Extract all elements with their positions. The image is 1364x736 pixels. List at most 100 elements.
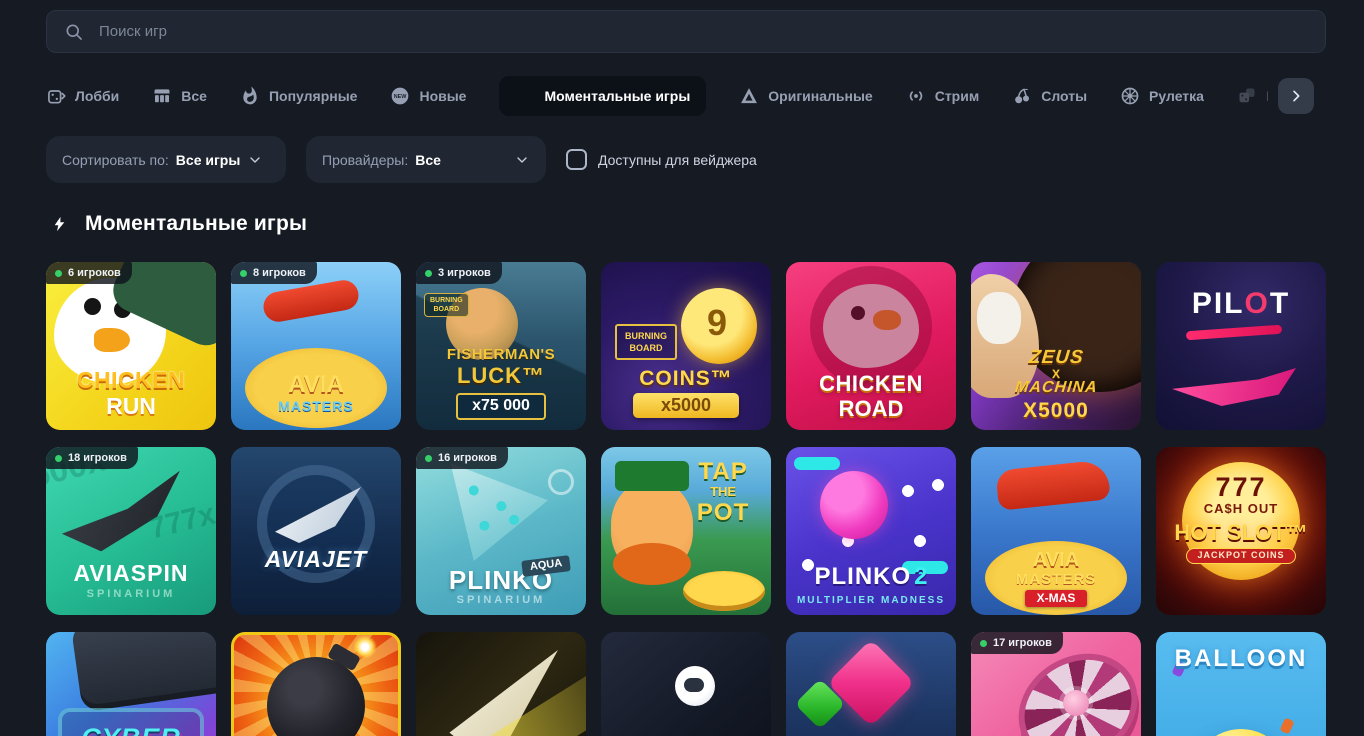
tile-art [794, 457, 840, 470]
tab-stream[interactable]: Стрим [906, 76, 979, 116]
search-input[interactable] [97, 22, 1308, 41]
game-tile-cyber[interactable]: CYBER [46, 632, 216, 736]
players-badge: 8 игроков [231, 262, 317, 284]
tile-art [1172, 368, 1296, 406]
filters-row: Сортировать по: Все игры Провайдеры: Все… [46, 136, 757, 183]
game-logo: CHICKENROAD [786, 372, 956, 420]
flame-icon [240, 86, 260, 106]
game-tile-avia-masters-xmas[interactable]: AVIAMASTERSX-MAS [971, 447, 1141, 615]
tab-instant[interactable]: Моментальные игры [499, 76, 706, 116]
players-badge: 16 игроков [416, 447, 508, 469]
game-tile-avia-masters[interactable]: AVIAMASTERS 8 игроков [231, 262, 401, 430]
lobby-icon [46, 86, 66, 106]
all-games-icon [152, 86, 172, 106]
game-tile-hot-slot[interactable]: 777CA$H OUTHOT SLOT™JACKPOT COINS [1156, 447, 1326, 615]
tile-art [820, 471, 888, 539]
tab-originals[interactable]: Оригинальные [739, 76, 872, 116]
game-title-line: MACHINA [1014, 380, 1098, 397]
tab-label: Слоты [1041, 88, 1087, 104]
game-title-line: SPINARIUM [457, 595, 546, 607]
tab-craps[interactable]: Крэпс [1237, 76, 1268, 116]
games-grid: CHICKENRUN 6 игроков AVIAMASTERS 8 игрок… [46, 262, 1326, 736]
game-tile-balloon[interactable]: BALLOON [1156, 632, 1326, 736]
game-tile-jackpot-bomb[interactable]: JACKPOT [231, 632, 401, 736]
sort-dropdown[interactable]: Сортировать по: Все игры [46, 136, 286, 183]
game-title-line: x75 000 [456, 393, 546, 420]
tile-tag: 9 [707, 302, 727, 344]
online-dot [980, 640, 987, 647]
sort-value: Все игры [176, 152, 241, 168]
game-tile-yellow-jet[interactable] [416, 632, 586, 736]
online-dot [425, 270, 432, 277]
tile-art [1186, 325, 1282, 341]
game-logo: CHICKENRUN [46, 368, 216, 418]
game-title-line: CHICKEN [819, 372, 923, 395]
game-tile-fishermans-luck[interactable]: FISHERMAN'SLUCK™ x75 000 3 игроков BURNIN… [416, 262, 586, 430]
tab-lobby[interactable]: Лобби [46, 76, 119, 116]
tab-label: Моментальные игры [544, 88, 690, 104]
game-title-line: T [1270, 288, 1290, 320]
game-tile-pink-roulette[interactable]: 17 игроков [971, 632, 1141, 736]
dice-icon [1237, 86, 1257, 106]
originals-icon [739, 86, 759, 106]
sort-label: Сортировать по: [62, 152, 169, 168]
game-title-line: CA$H OUT [1204, 502, 1278, 516]
game-tile-pilot[interactable]: PILOT [1156, 262, 1326, 430]
tabs-scroll-right-button[interactable] [1278, 78, 1314, 114]
tile-art [442, 463, 548, 561]
game-title-line: X-MAS [1025, 590, 1088, 607]
game-title-line: LUCK™ [457, 364, 545, 387]
tile-art [267, 657, 365, 736]
game-tile-zeus-x-machina[interactable]: ZEUSXMACHINAX5000 [971, 262, 1141, 430]
tab-label: Стрим [935, 88, 979, 104]
section-header: Моментальные игры [51, 212, 307, 236]
game-title-line: AVIA [288, 372, 344, 397]
wager-filter[interactable]: Доступны для вейджера [566, 149, 757, 170]
game-tile-plinko-2[interactable]: PLINKO2MULTIPLIER MADNESS [786, 447, 956, 615]
players-count-label: 3 игроков [438, 267, 491, 279]
tab-all[interactable]: Все [152, 76, 207, 116]
game-title-line: COINS™ [639, 368, 733, 390]
game-title-line: ZEUS [1028, 348, 1085, 368]
players-count-label: 17 игроков [993, 637, 1052, 649]
game-tile-tap-the-pot[interactable]: TAPTHEPOT [601, 447, 771, 615]
tab-label: Популярные [269, 88, 357, 104]
wager-checkbox[interactable] [566, 149, 587, 170]
chevron-down-icon [247, 152, 263, 168]
game-title-line: x5000 [633, 393, 739, 418]
game-tile-indiana-mines[interactable]: INDIANAMINES [786, 632, 956, 736]
game-logo: AVIAJET [231, 547, 401, 571]
tile-art [675, 666, 715, 706]
game-title-line: FISHERMAN'S [447, 347, 555, 363]
tab-slots[interactable]: Слоты [1012, 76, 1087, 116]
game-title-line: CYBER [81, 724, 181, 736]
game-tile-nine-coins[interactable]: COINS™x5000 BURNING BOARD9 [601, 262, 771, 430]
game-logo: AVIAMASTERS [231, 372, 401, 414]
tab-new[interactable]: Новые [390, 76, 466, 116]
game-logo: TAPTHEPOT [679, 459, 767, 525]
game-tile-chicken-road[interactable]: CHICKENROAD [786, 262, 956, 430]
tile-art [1063, 690, 1089, 716]
providers-dropdown[interactable]: Провайдеры: Все [306, 136, 546, 183]
game-logo: PILOT [1156, 288, 1326, 320]
category-tab-bar: Лобби Все Популярные Новые Моментальные … [46, 76, 1326, 116]
game-tile-chicken-run[interactable]: CHICKENRUN 6 игроков [46, 262, 216, 430]
players-count-label: 18 игроков [68, 452, 127, 464]
wager-label: Доступны для вейджера [598, 152, 757, 168]
game-title-line: AVIASPIN [74, 561, 189, 585]
tile-art [261, 278, 361, 324]
providers-label: Провайдеры: [322, 152, 408, 168]
game-tile-space-rider[interactable] [601, 632, 771, 736]
game-title-line: THE [710, 485, 736, 499]
game-tile-aviajet[interactable]: AVIAJET [231, 447, 401, 615]
online-dot [425, 455, 432, 462]
tile-tag: BURNING BOARD [424, 293, 469, 317]
game-tile-plinko-aqua[interactable]: AQUAPLINKOSPINARIUM 16 игроков [416, 447, 586, 615]
casino-games-page: Лобби Все Популярные Новые Моментальные … [0, 0, 1364, 736]
game-title-line: AVIA [1033, 550, 1079, 571]
players-badge: 3 игроков [416, 262, 502, 284]
game-tile-aviaspin[interactable]: AVIASPINSPINARIUM 18 игроков 500x777x [46, 447, 216, 615]
tab-popular[interactable]: Популярные [240, 76, 357, 116]
lightning-icon [515, 86, 535, 106]
tab-roulette[interactable]: Рулетка [1120, 76, 1204, 116]
